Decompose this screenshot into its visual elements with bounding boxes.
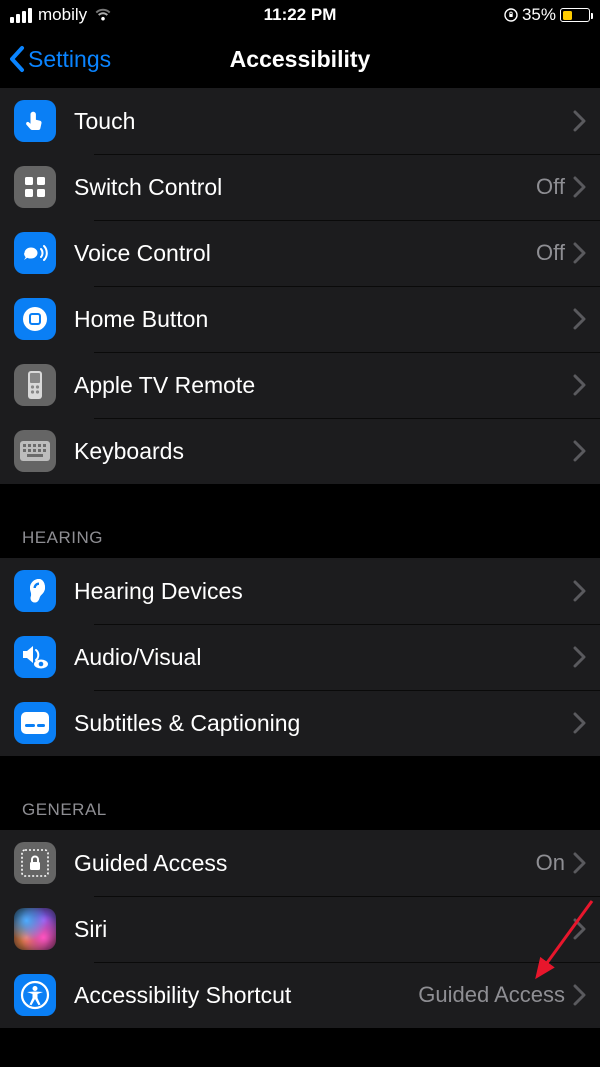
row-label: Accessibility Shortcut <box>74 982 418 1009</box>
row-value: On <box>536 850 565 876</box>
nav-bar: Settings Accessibility <box>0 30 600 88</box>
voice-icon <box>14 232 56 274</box>
chevron-right-icon <box>573 242 586 264</box>
section-header-general: GENERAL <box>0 756 600 830</box>
row-guided-access[interactable]: Guided AccessOn <box>0 830 600 896</box>
row-label: Hearing Devices <box>74 578 573 605</box>
row-subtitles[interactable]: Subtitles & Captioning <box>0 690 600 756</box>
signal-icon <box>10 8 32 23</box>
battery-percent: 35% <box>522 5 556 25</box>
wifi-icon <box>93 8 113 22</box>
row-label: Apple TV Remote <box>74 372 573 399</box>
row-label: Touch <box>74 108 573 135</box>
chevron-right-icon <box>573 110 586 132</box>
row-value: Guided Access <box>418 982 565 1008</box>
chevron-right-icon <box>573 984 586 1006</box>
chevron-right-icon <box>573 580 586 602</box>
row-label: Keyboards <box>74 438 573 465</box>
row-label: Voice Control <box>74 240 536 267</box>
row-home-button[interactable]: Home Button <box>0 286 600 352</box>
back-label: Settings <box>28 46 111 73</box>
home-button-icon <box>14 298 56 340</box>
status-left: mobily <box>10 5 113 25</box>
row-value: Off <box>536 174 565 200</box>
speaker-eye-icon <box>14 636 56 678</box>
settings-group-0: TouchSwitch ControlOffVoice ControlOffHo… <box>0 88 600 484</box>
row-label: Home Button <box>74 306 573 333</box>
row-voice-control[interactable]: Voice ControlOff <box>0 220 600 286</box>
row-siri[interactable]: Siri <box>0 896 600 962</box>
row-label: Audio/Visual <box>74 644 573 671</box>
row-touch[interactable]: Touch <box>0 88 600 154</box>
back-button[interactable]: Settings <box>0 44 111 74</box>
row-label: Switch Control <box>74 174 536 201</box>
battery-icon <box>560 8 590 22</box>
status-right: 35% <box>504 5 590 25</box>
lock-frame-icon <box>14 842 56 884</box>
row-accessibility-shortcut[interactable]: Accessibility ShortcutGuided Access <box>0 962 600 1028</box>
grid-icon <box>14 166 56 208</box>
keyboard-icon <box>14 430 56 472</box>
chevron-right-icon <box>573 374 586 396</box>
chevron-left-icon <box>8 44 28 74</box>
status-bar: mobily 11:22 PM 35% <box>0 0 600 30</box>
touch-icon <box>14 100 56 142</box>
section-header-hearing: HEARING <box>0 484 600 558</box>
siri-icon <box>14 908 56 950</box>
row-audio-visual[interactable]: Audio/Visual <box>0 624 600 690</box>
captions-icon <box>14 702 56 744</box>
orientation-lock-icon <box>504 8 518 22</box>
chevron-right-icon <box>573 918 586 940</box>
carrier-label: mobily <box>38 5 87 25</box>
chevron-right-icon <box>573 712 586 734</box>
remote-icon <box>14 364 56 406</box>
settings-group-1: Hearing Devices Audio/Visual Subtitles & C… <box>0 558 600 756</box>
row-switch-control[interactable]: Switch ControlOff <box>0 154 600 220</box>
chevron-right-icon <box>573 852 586 874</box>
chevron-right-icon <box>573 440 586 462</box>
row-keyboards[interactable]: Keyboards <box>0 418 600 484</box>
accessibility-icon <box>14 974 56 1016</box>
chevron-right-icon <box>573 176 586 198</box>
settings-group-2: Guided AccessOnSiriAccessibility Shortcu… <box>0 830 600 1028</box>
row-label: Siri <box>74 916 573 943</box>
row-apple-tv-remote[interactable]: Apple TV Remote <box>0 352 600 418</box>
row-value: Off <box>536 240 565 266</box>
chevron-right-icon <box>573 308 586 330</box>
row-label: Subtitles & Captioning <box>74 710 573 737</box>
row-label: Guided Access <box>74 850 536 877</box>
chevron-right-icon <box>573 646 586 668</box>
row-hearing-devices[interactable]: Hearing Devices <box>0 558 600 624</box>
ear-icon <box>14 570 56 612</box>
